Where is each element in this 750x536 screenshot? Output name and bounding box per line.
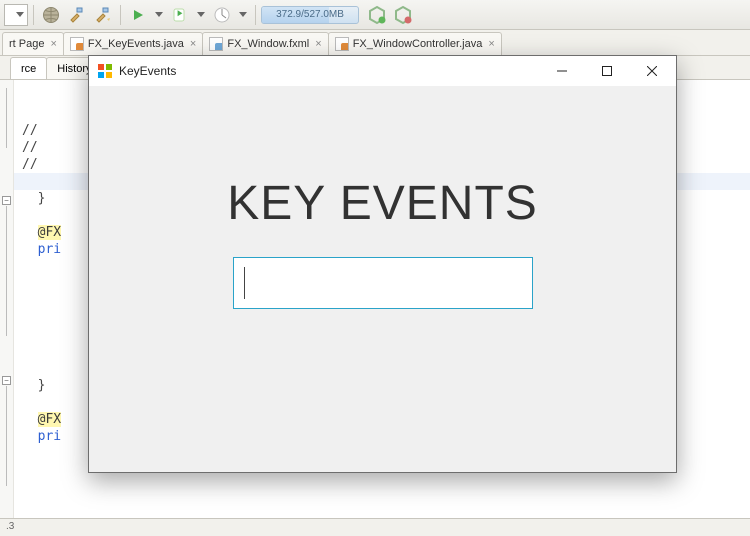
debug-icon[interactable] [168,3,192,27]
status-bar: .3 [0,518,750,536]
fold-toggle[interactable]: − [2,196,11,205]
tab-windowcontroller-java[interactable]: FX_WindowController.java × [328,32,502,55]
fxml-file-icon [209,37,223,51]
code-line: } [38,191,46,206]
memory-gauge[interactable]: 372.9/527.0MB [261,6,359,24]
memory-label: 372.9/527.0MB [276,9,344,20]
app-body: KEY EVENTS [89,86,676,472]
debug-dropdown[interactable] [194,4,208,26]
app-window: KeyEvents KEY EVENTS [88,55,677,473]
subtab-source[interactable]: rce [10,57,47,79]
separator [120,5,121,25]
close-icon[interactable]: × [50,38,56,50]
globe-icon[interactable] [39,3,63,27]
heading-label: KEY EVENTS [227,176,538,231]
hexagon-red-icon[interactable] [391,3,415,27]
file-tabstrip: rt Page × FX_KeyEvents.java × FX_Window.… [0,30,750,56]
clean-build-icon[interactable] [91,3,115,27]
fold-toggle[interactable]: − [2,376,11,385]
tab-window-fxml[interactable]: FX_Window.fxml × [202,32,328,55]
close-icon[interactable]: × [315,38,321,50]
maximize-button[interactable] [584,57,629,86]
status-text: .3 [6,521,14,532]
close-icon[interactable]: × [190,38,196,50]
close-button[interactable] [629,57,674,86]
code-annotation: @FX [38,412,61,427]
code-line: } [38,378,46,393]
java-file-icon [70,37,84,51]
tab-label: FX_Window.fxml [227,38,309,50]
tab-label: rt Page [9,38,44,50]
java-file-icon [335,37,349,51]
separator [255,5,256,25]
close-icon[interactable]: × [488,38,494,50]
separator [33,5,34,25]
run-icon[interactable] [126,3,150,27]
code-line: // [22,123,38,138]
config-dropdown[interactable] [4,4,28,26]
minimize-button[interactable] [539,57,584,86]
tab-label: FX_KeyEvents.java [88,38,184,50]
tab-start-page[interactable]: rt Page × [2,32,64,55]
key-input[interactable] [233,257,533,309]
hammer-icon[interactable] [65,3,89,27]
run-dropdown[interactable] [152,4,166,26]
window-title: KeyEvents [119,64,539,78]
code-annotation: @FX [38,225,61,240]
main-toolbar: 372.9/527.0MB [0,0,750,30]
code-line: // [22,140,38,155]
code-keyword: pri [38,242,61,257]
titlebar[interactable]: KeyEvents [89,56,676,86]
profile-dropdown[interactable] [236,4,250,26]
code-line: // [22,157,38,172]
code-keyword: pri [38,429,61,444]
tab-label: FX_WindowController.java [353,38,483,50]
subtab-label: rce [21,63,36,75]
hexagon-green-icon[interactable] [365,3,389,27]
profile-icon[interactable] [210,3,234,27]
app-icon [97,63,113,79]
tab-keyevents-java[interactable]: FX_KeyEvents.java × [63,32,203,55]
fold-gutter: − − [0,80,14,518]
text-cursor [244,267,245,299]
subtab-label: History [57,63,91,75]
